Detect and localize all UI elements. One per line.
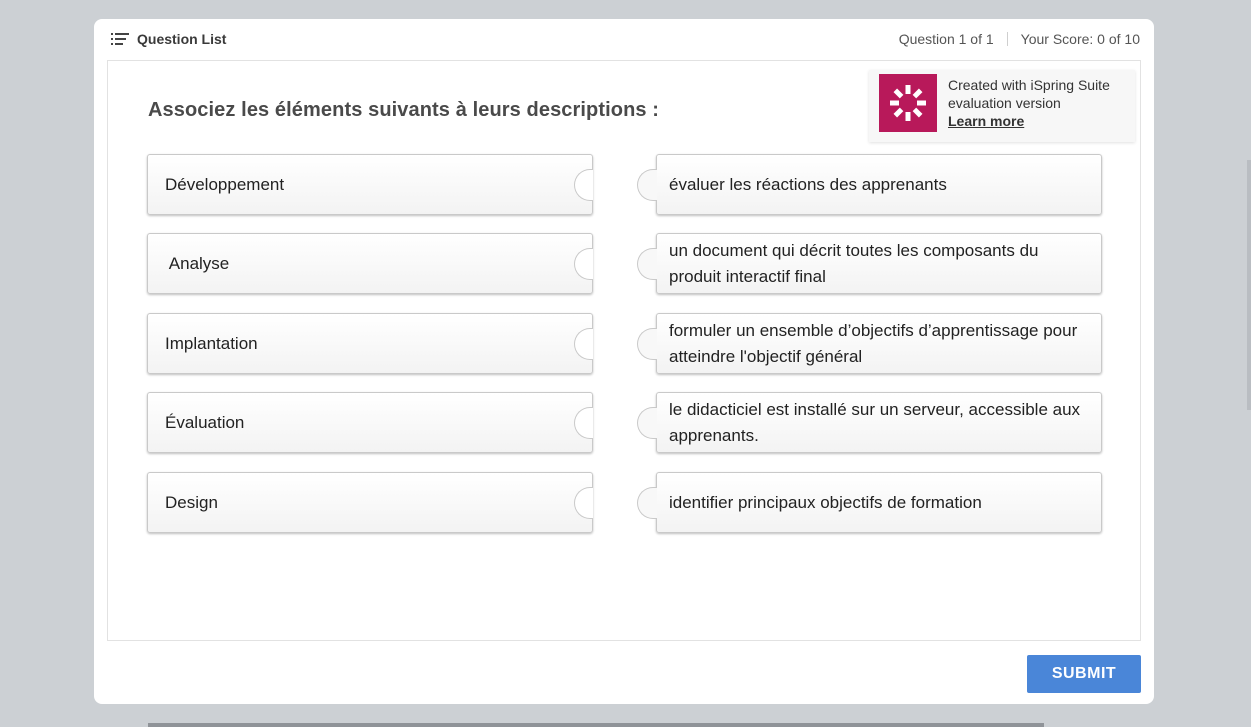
score-label: Your Score: 0 of 10 (1020, 31, 1140, 47)
submit-button[interactable]: SUBMIT (1027, 655, 1141, 693)
description-label: un document qui décrit toutes les compos… (669, 240, 1039, 286)
term-piece-design[interactable]: Design (147, 472, 593, 533)
description-label: évaluer les réactions des apprenants (669, 174, 947, 194)
question-counter: Question 1 of 1 (898, 31, 994, 47)
term-piece-evaluation[interactable]: Évaluation (147, 392, 593, 453)
watermark-text: Created with iSpring Suite evaluation ve… (948, 76, 1110, 130)
quiz-player: Question List Question 1 of 1 Your Score… (94, 19, 1154, 704)
term-label: Implantation (165, 333, 258, 353)
term-label: Évaluation (165, 412, 245, 432)
background-strip-right (1247, 160, 1251, 410)
description-piece-3[interactable]: formuler un ensemble d’objectifs d’appre… (637, 313, 1102, 374)
progress-info: Question 1 of 1 Your Score: 0 of 10 (899, 29, 1140, 49)
evaluation-watermark: Created with iSpring Suite evaluation ve… (869, 70, 1135, 142)
list-icon (111, 33, 129, 45)
puzzle-tab-icon (637, 328, 657, 360)
puzzle-notch-icon (574, 248, 593, 280)
puzzle-notch-icon (574, 328, 593, 360)
description-piece-1[interactable]: évaluer les réactions des apprenants (637, 154, 1102, 215)
description-piece-4[interactable]: le didacticiel est installé sur un serve… (637, 392, 1102, 453)
top-bar: Question List Question 1 of 1 Your Score… (94, 19, 1154, 59)
term-piece-development[interactable]: Développement (147, 154, 593, 215)
description-piece-2[interactable]: un document qui décrit toutes les compos… (637, 233, 1102, 294)
description-label: le didacticiel est installé sur un serve… (669, 399, 1081, 445)
puzzle-tab-icon (637, 169, 657, 201)
question-list-label: Question List (137, 31, 227, 47)
description-piece-5[interactable]: identifier principaux objectifs de forma… (637, 472, 1102, 533)
background-strip-bottom (148, 723, 1044, 727)
term-label: Analyse (165, 253, 230, 273)
learn-more-link[interactable]: Learn more (948, 112, 1110, 130)
puzzle-notch-icon (574, 169, 593, 201)
term-label: Design (165, 492, 218, 512)
watermark-line-1: Created with iSpring Suite (948, 77, 1110, 93)
ispring-logo-icon (879, 74, 937, 132)
term-piece-analyse[interactable]: Analyse (147, 233, 593, 294)
slide-area: Associez les éléments suivants à leurs d… (107, 60, 1141, 641)
question-text: Associez les éléments suivants à leurs d… (148, 99, 660, 121)
description-label: identifier principaux objectifs de forma… (669, 492, 982, 512)
puzzle-tab-icon (637, 487, 657, 519)
question-list-button[interactable]: Question List (111, 29, 226, 49)
term-label: Développement (165, 174, 285, 194)
puzzle-notch-icon (574, 407, 593, 439)
divider (1006, 32, 1008, 46)
watermark-line-2: evaluation version (948, 95, 1061, 111)
description-label: formuler un ensemble d’objectifs d’appre… (669, 320, 1078, 366)
puzzle-tab-icon (637, 407, 657, 439)
puzzle-notch-icon (574, 487, 593, 519)
puzzle-tab-icon (637, 248, 657, 280)
term-piece-implantation[interactable]: Implantation (147, 313, 593, 374)
